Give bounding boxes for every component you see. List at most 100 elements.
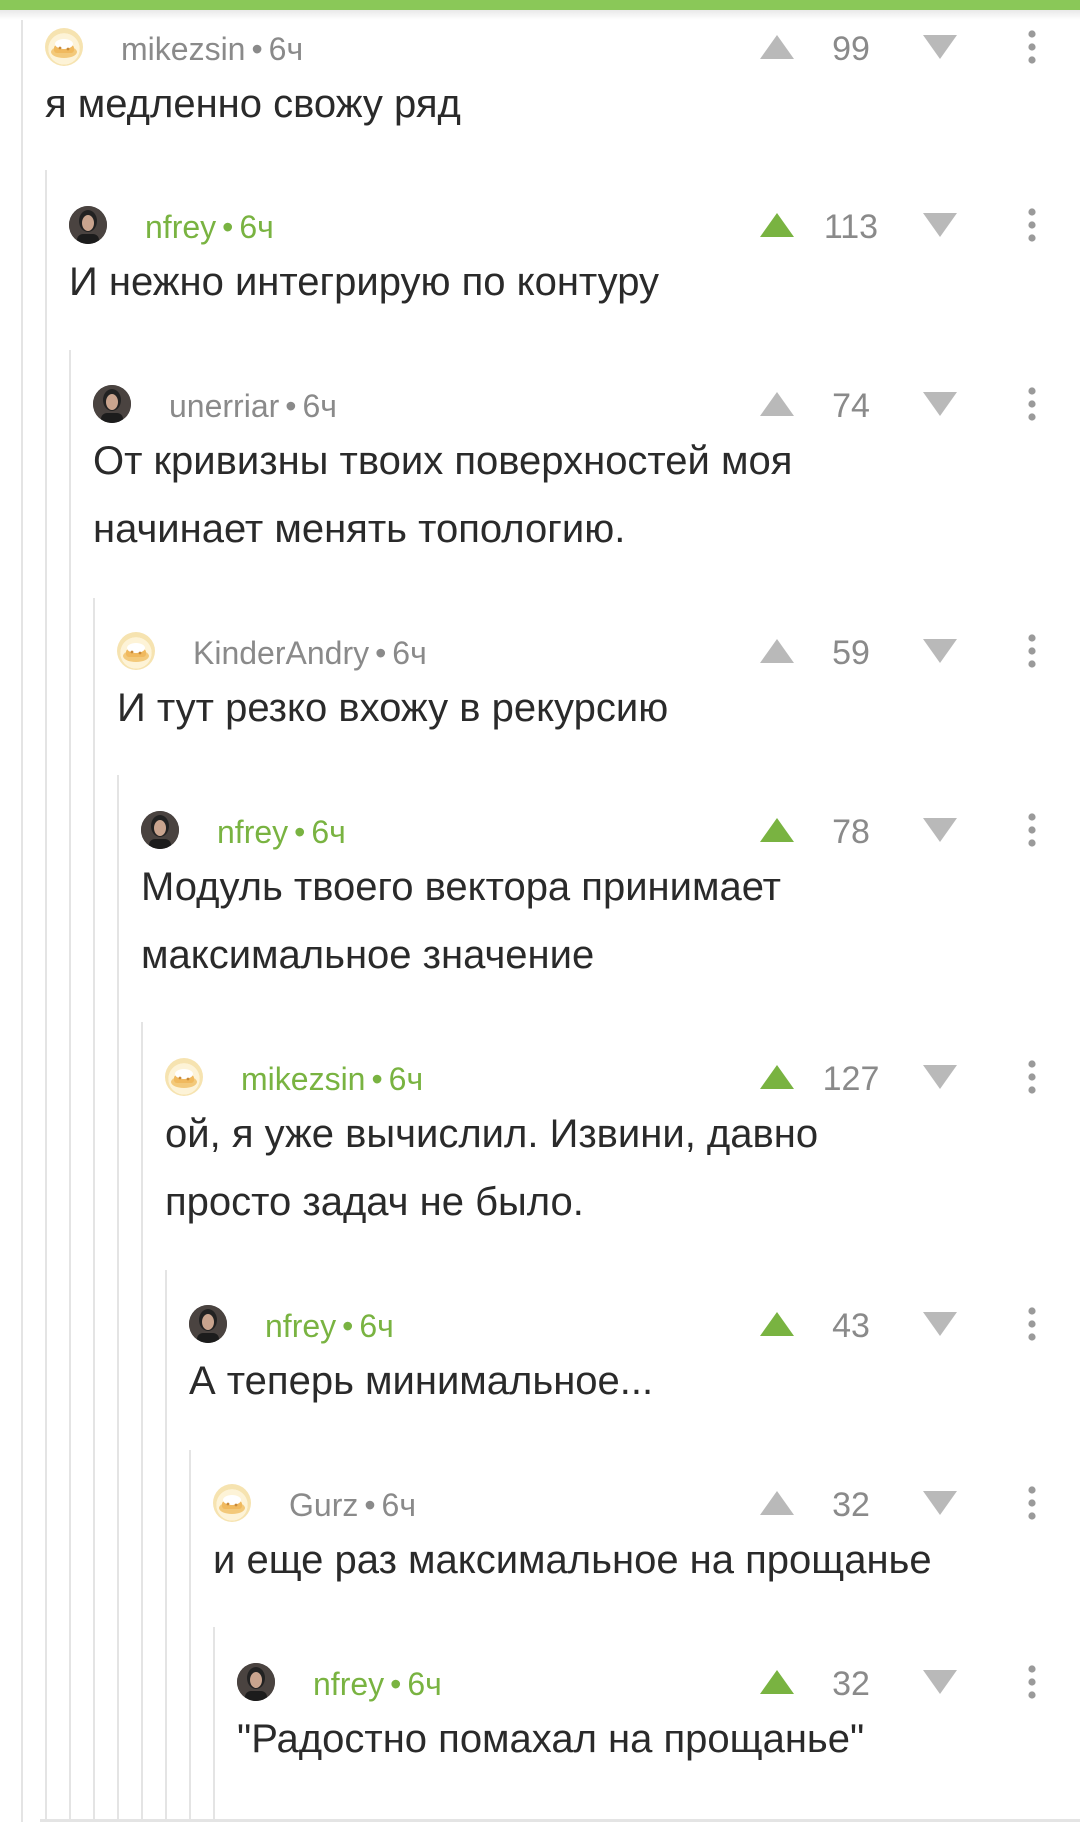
downvote-arrow-icon[interactable] xyxy=(920,389,960,419)
top-shadow xyxy=(0,10,1080,20)
author-name[interactable]: mikezsin xyxy=(121,31,245,67)
meta-separator: • xyxy=(285,388,297,424)
photo-avatar[interactable] xyxy=(141,811,179,849)
more-options-icon[interactable] xyxy=(1024,1305,1040,1343)
thread-line xyxy=(69,350,71,1822)
comment-text: я медленно свожу ряд xyxy=(45,70,461,138)
rating-count: 32 xyxy=(832,1665,870,1703)
comment-text: И тут резко вхожу в рекурсию xyxy=(117,674,668,742)
comment-meta: KinderAndry • 6ч xyxy=(193,634,427,672)
upvote-arrow-icon[interactable] xyxy=(757,32,797,62)
upvote-arrow-icon[interactable] xyxy=(757,389,797,419)
comment-meta: nfrey • 6ч xyxy=(265,1307,394,1345)
meta-separator: • xyxy=(222,209,234,245)
comment-text: "Радостно помахал на прощанье" xyxy=(237,1705,864,1773)
comment-time: 6ч xyxy=(392,635,427,671)
author-name[interactable]: nfrey xyxy=(313,1666,384,1702)
downvote-arrow-icon[interactable] xyxy=(920,1667,960,1697)
comment-text-line: От кривизны твоих поверхностей моя xyxy=(93,439,793,483)
downvote-arrow-icon[interactable] xyxy=(920,815,960,845)
author-name[interactable]: KinderAndry xyxy=(193,635,369,671)
egg-avatar[interactable] xyxy=(45,28,83,66)
comment-text-line: ой, я уже вычислил. Извини, давно xyxy=(165,1112,819,1156)
upvote-arrow-icon[interactable] xyxy=(757,636,797,666)
egg-avatar[interactable] xyxy=(165,1058,203,1096)
comment-time: 6ч xyxy=(268,31,304,67)
more-options-icon[interactable] xyxy=(1024,632,1040,670)
downvote-arrow-icon[interactable] xyxy=(920,636,960,666)
rating-count: 32 xyxy=(832,1486,870,1524)
upvote-arrow-icon[interactable] xyxy=(757,210,797,240)
comment-text-line: начинает менять топологию. xyxy=(93,507,626,551)
thread-line xyxy=(93,598,95,1822)
thread-line xyxy=(165,1270,167,1822)
more-options-icon[interactable] xyxy=(1024,811,1040,849)
more-options-icon[interactable] xyxy=(1024,1484,1040,1522)
meta-separator: • xyxy=(390,1666,402,1702)
meta-separator: • xyxy=(342,1308,354,1344)
comment-text: От кривизны твоих поверхностей моя начина… xyxy=(93,427,792,563)
thread-line xyxy=(189,1450,191,1822)
author-name[interactable]: Gurz xyxy=(289,1487,358,1523)
egg-avatar[interactable] xyxy=(213,1484,251,1522)
upvote-arrow-icon[interactable] xyxy=(757,1309,797,1339)
author-name[interactable]: nfrey xyxy=(145,209,216,245)
photo-avatar[interactable] xyxy=(93,385,131,423)
comment-text-line: Модуль твоего вектора принимает xyxy=(141,865,781,909)
downvote-arrow-icon[interactable] xyxy=(920,1062,960,1092)
meta-separator: • xyxy=(371,1061,383,1097)
comment-time: 6ч xyxy=(302,388,337,424)
meta-separator: • xyxy=(251,31,263,67)
comment-text-line: "Радостно помахал на прощанье" xyxy=(237,1717,865,1761)
egg-avatar[interactable] xyxy=(117,632,155,670)
author-name[interactable]: mikezsin xyxy=(241,1061,365,1097)
thread-line xyxy=(45,170,47,1822)
comment-meta: nfrey • 6ч xyxy=(145,208,274,246)
upvote-arrow-icon[interactable] xyxy=(757,1667,797,1697)
upvote-arrow-icon[interactable] xyxy=(757,1062,797,1092)
meta-separator: • xyxy=(294,814,306,850)
author-name[interactable]: unerriar xyxy=(169,388,279,424)
downvote-arrow-icon[interactable] xyxy=(920,32,960,62)
comment-time: 6ч xyxy=(239,209,274,245)
rating-count: 127 xyxy=(822,1060,880,1098)
upvote-arrow-icon[interactable] xyxy=(757,1488,797,1518)
rating-count: 59 xyxy=(832,634,870,672)
comment-time: 6ч xyxy=(381,1487,417,1523)
rating-count: 113 xyxy=(823,208,879,246)
comment-meta: nfrey • 6ч xyxy=(217,813,346,851)
photo-avatar[interactable] xyxy=(237,1663,275,1701)
more-options-icon[interactable] xyxy=(1024,206,1040,244)
comment-meta: Gurz • 6ч xyxy=(289,1486,416,1524)
comment-text-line: и еще раз максимальное на прощанье xyxy=(213,1538,932,1582)
comment-time: 6ч xyxy=(359,1308,394,1344)
comment-text: А теперь минимальное... xyxy=(189,1347,653,1415)
more-options-icon[interactable] xyxy=(1024,28,1040,66)
comment-text-line: я медленно свожу ряд xyxy=(45,82,461,126)
photo-avatar[interactable] xyxy=(189,1305,227,1343)
more-options-icon[interactable] xyxy=(1024,1058,1040,1096)
more-options-icon[interactable] xyxy=(1024,385,1040,423)
comment-meta: nfrey • 6ч xyxy=(313,1665,442,1703)
comment-time: 6ч xyxy=(388,1061,424,1097)
comment-time: 6ч xyxy=(311,814,346,850)
comment-text-line: максимальное значение xyxy=(141,933,595,977)
comment-text: И нежно интегрирую по контуру xyxy=(69,248,659,316)
top-accent-bar xyxy=(0,0,1080,10)
meta-separator: • xyxy=(364,1487,376,1523)
comment-text-line: И нежно интегрирую по контуру xyxy=(69,260,660,304)
rating-count: 74 xyxy=(832,387,870,425)
comment-meta: mikezsin • 6ч xyxy=(121,30,303,68)
author-name[interactable]: nfrey xyxy=(265,1308,336,1344)
upvote-arrow-icon[interactable] xyxy=(757,815,797,845)
downvote-arrow-icon[interactable] xyxy=(920,1488,960,1518)
comment-text: ой, я уже вычислил. Извини, давно просто … xyxy=(165,1100,818,1236)
comment-text-line: А теперь минимальное... xyxy=(189,1359,654,1403)
author-name[interactable]: nfrey xyxy=(217,814,288,850)
downvote-arrow-icon[interactable] xyxy=(920,210,960,240)
comment-time: 6ч xyxy=(407,1666,442,1702)
downvote-arrow-icon[interactable] xyxy=(920,1309,960,1339)
photo-avatar[interactable] xyxy=(69,206,107,244)
more-options-icon[interactable] xyxy=(1024,1663,1040,1701)
thread-line xyxy=(117,775,119,1822)
